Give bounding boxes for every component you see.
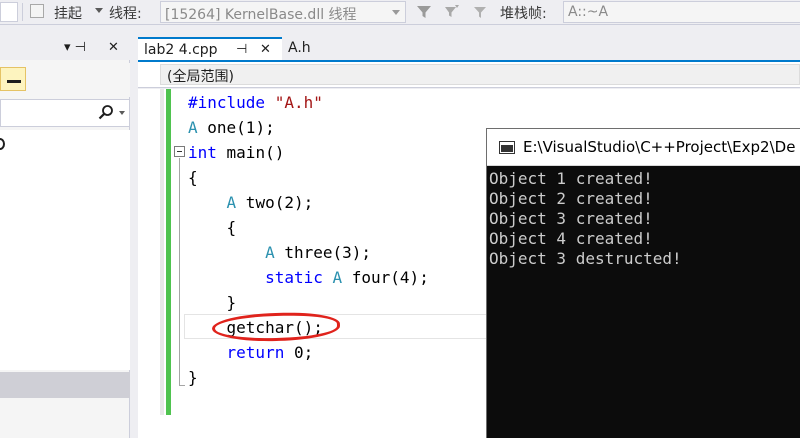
console-output[interactable]: Object 1 created! Object 2 created! Obje…: [489, 169, 800, 269]
stack-frame-combo[interactable]: A::~A: [563, 1, 800, 23]
tree-view[interactable]: [0, 130, 130, 370]
tab-label: lab2 4.cpp: [144, 42, 218, 58]
filter-icon[interactable]: [416, 4, 432, 20]
code-line[interactable]: }: [188, 365, 198, 390]
tab-label: A.h: [288, 40, 311, 56]
tab-a-h[interactable]: A.h: [282, 37, 370, 61]
chevron-down-icon: [392, 10, 400, 15]
collapse-all-button[interactable]: [0, 67, 26, 91]
filter-flag-icon[interactable]: [444, 4, 460, 20]
console-line: Object 3 destructed!: [489, 249, 682, 268]
navigation-bar: (全局范围): [138, 62, 800, 88]
code-line[interactable]: A two(2);: [188, 190, 314, 215]
search-icon[interactable]: [97, 104, 115, 122]
tree-node-icon: [0, 138, 5, 150]
suspend-caret-icon[interactable]: [95, 8, 103, 13]
console-line: Object 3 created!: [489, 209, 653, 228]
code-line[interactable]: }: [188, 290, 237, 315]
suspend-button[interactable]: 挂起: [54, 3, 82, 23]
console-line: Object 2 created!: [489, 189, 653, 208]
change-tracking-bar: [166, 89, 171, 415]
search-input[interactable]: [0, 99, 130, 127]
scope-value: (全局范围): [167, 69, 234, 85]
code-line[interactable]: A one(1);: [188, 115, 275, 140]
tab-lab2-4-cpp[interactable]: lab2 4.cpp ⊣ ✕: [138, 37, 282, 61]
tree-selected-row[interactable]: [0, 372, 130, 398]
outline-line-end: [179, 385, 185, 386]
collapse-icon[interactable]: [174, 146, 185, 157]
document-tabs: lab2 4.cpp ⊣ ✕ A.h: [138, 37, 800, 61]
panel-header: ▾ ⊣ ✕: [0, 38, 130, 60]
thread-combo[interactable]: [15264] KernelBase.dll 线程: [160, 1, 406, 23]
scope-dropdown[interactable]: (全局范围): [160, 64, 800, 85]
thread-combo-value: [15264] KernelBase.dll 线程: [165, 7, 357, 23]
code-line[interactable]: {: [188, 165, 198, 190]
console-title: E:\VisualStudio\C++Project\Exp2\De: [523, 138, 796, 156]
console-window[interactable]: E:\VisualStudio\C++Project\Exp2\De Objec…: [486, 128, 800, 438]
pin-icon[interactable]: ⊣: [236, 42, 247, 57]
outline-line: [179, 158, 180, 386]
code-line[interactable]: int main(): [188, 140, 284, 165]
filter-thread-icon[interactable]: [472, 4, 488, 20]
stack-frame-label: 堆栈帧:: [500, 6, 547, 22]
console-line: Object 1 created!: [489, 169, 653, 188]
panel-menu-pin-icon[interactable]: ▾ ⊣: [64, 40, 86, 55]
toolbar-separator: [22, 3, 23, 21]
code-line[interactable]: A three(3);: [188, 240, 371, 265]
debug-toolbar: 挂起 线程: [15264] KernelBase.dll 线程 堆栈帧: A:…: [0, 0, 800, 25]
solution-explorer-panel: ▾ ⊣ ✕: [0, 38, 130, 438]
code-line[interactable]: static A four(4);: [188, 265, 429, 290]
code-line[interactable]: return 0;: [188, 340, 314, 365]
console-icon: [499, 141, 515, 154]
close-icon[interactable]: ✕: [260, 42, 271, 57]
thread-label: 线程:: [109, 6, 142, 22]
code-line[interactable]: #include "A.h": [188, 90, 323, 115]
code-line[interactable]: {: [188, 215, 237, 240]
console-title-bar[interactable]: E:\VisualStudio\C++Project\Exp2\De: [487, 129, 800, 166]
suspend-icon[interactable]: [30, 4, 44, 18]
search-options-chevron-icon[interactable]: [119, 111, 125, 115]
stack-frame-combo-value: A::~A: [568, 4, 609, 20]
console-line: Object 4 created!: [489, 229, 653, 248]
panel-toolbar: [0, 63, 130, 97]
toolbar-dropdown-stub[interactable]: [0, 2, 18, 22]
indicator-margin: [160, 89, 164, 415]
close-icon[interactable]: ✕: [108, 40, 119, 55]
